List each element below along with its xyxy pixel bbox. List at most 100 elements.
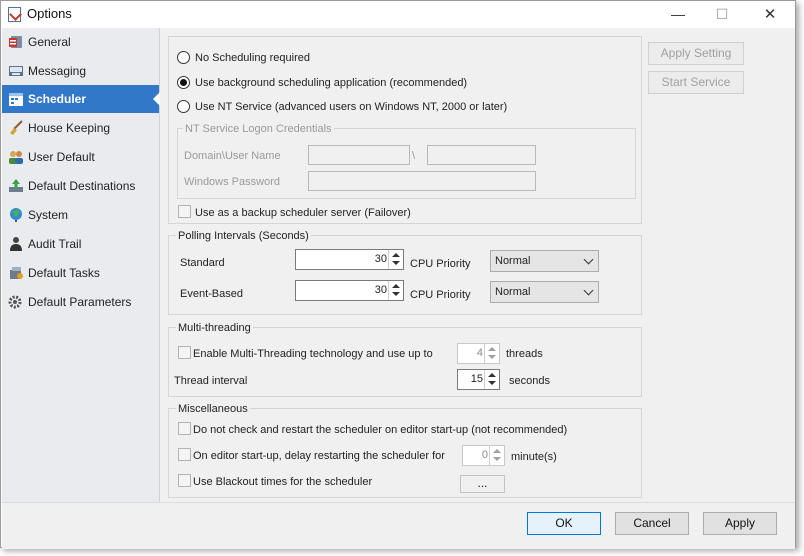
nt-service-radio[interactable] bbox=[177, 100, 190, 113]
chevron-down-icon bbox=[583, 285, 594, 296]
stepper-arrows-icon[interactable] bbox=[484, 344, 499, 363]
stepper-arrows-icon[interactable] bbox=[388, 281, 403, 300]
stepper-arrows-icon[interactable] bbox=[388, 250, 403, 269]
cpu-priority-event-value: Normal bbox=[495, 286, 531, 298]
sidebar-item-label: Default Tasks bbox=[28, 266, 100, 280]
no-check-restart-label: Do not check and restart the scheduler o… bbox=[193, 424, 568, 436]
event-based-label: Event-Based bbox=[180, 288, 243, 300]
sidebar-item-label: General bbox=[28, 35, 71, 49]
event-interval-value: 30 bbox=[374, 284, 387, 296]
tasks-icon bbox=[8, 265, 24, 281]
sidebar-item-messaging[interactable]: Messaging bbox=[2, 57, 159, 85]
delay-restart-label: On editor start-up, delay restarting the… bbox=[193, 450, 445, 462]
apply-button[interactable]: Apply bbox=[703, 512, 777, 535]
blackout-times-label: Use Blackout times for the scheduler bbox=[193, 476, 373, 488]
close-button[interactable]: ✕ bbox=[747, 1, 793, 28]
nt-credentials-title: NT Service Logon Credentials bbox=[183, 123, 334, 135]
backup-scheduler-checkbox[interactable] bbox=[178, 205, 191, 218]
cpu-priority-label: CPU Priority bbox=[410, 289, 471, 301]
polling-intervals-title: Polling Intervals (Seconds) bbox=[176, 230, 311, 242]
scheduler-icon bbox=[8, 91, 24, 107]
cpu-priority-standard-select[interactable]: Normal bbox=[490, 250, 599, 272]
user-name-field[interactable] bbox=[427, 145, 536, 165]
thread-interval-value: 15 bbox=[470, 373, 483, 385]
sidebar-item-label: Messaging bbox=[28, 64, 87, 78]
window-title: Options bbox=[27, 6, 72, 21]
sidebar-item-default-destinations[interactable]: Default Destinations bbox=[2, 172, 159, 200]
delay-minutes-stepper[interactable]: 0 bbox=[462, 445, 505, 466]
sidebar-item-audit-trail[interactable]: Audit Trail bbox=[2, 230, 159, 258]
background-scheduling-radio[interactable] bbox=[177, 76, 190, 89]
sidebar-item-label: Default Parameters bbox=[28, 295, 132, 309]
start-service-button[interactable]: Start Service bbox=[648, 71, 744, 94]
ok-button[interactable]: OK bbox=[527, 512, 601, 535]
threads-value: 4 bbox=[476, 347, 483, 359]
scheduler-panel: No Scheduling required Use background sc… bbox=[160, 28, 795, 502]
cpu-priority-event-select[interactable]: Normal bbox=[490, 281, 599, 303]
general-icon bbox=[8, 34, 24, 50]
delay-restart-checkbox[interactable] bbox=[178, 448, 191, 461]
sidebar-item-label: Audit Trail bbox=[28, 237, 82, 251]
standard-label: Standard bbox=[180, 257, 225, 269]
messaging-icon bbox=[8, 63, 24, 79]
sidebar-item-scheduler[interactable]: Scheduler bbox=[2, 85, 160, 113]
threads-stepper[interactable]: 4 bbox=[457, 343, 500, 364]
sidebar-item-default-parameters[interactable]: Default Parameters bbox=[2, 288, 159, 316]
windows-password-label: Windows Password bbox=[184, 176, 280, 188]
no-scheduling-radio[interactable] bbox=[177, 51, 190, 64]
cpu-priority-standard-value: Normal bbox=[495, 255, 531, 267]
delay-minutes-value: 0 bbox=[481, 449, 488, 461]
delay-minutes-unit: minute(s) bbox=[511, 451, 557, 463]
sidebar: General Messaging Scheduler House Keepin… bbox=[2, 28, 160, 523]
minimize-button[interactable]: — bbox=[655, 1, 701, 28]
thread-interval-unit: seconds bbox=[509, 375, 550, 387]
backup-scheduler-label: Use as a backup scheduler server (Failov… bbox=[195, 207, 411, 219]
blackout-times-ellipsis-button[interactable]: ... bbox=[460, 475, 505, 493]
cpu-priority-label: CPU Priority bbox=[410, 258, 471, 270]
sidebar-item-default-tasks[interactable]: Default Tasks bbox=[2, 259, 159, 287]
thread-interval-label: Thread interval bbox=[174, 375, 248, 387]
sidebar-item-system[interactable]: System bbox=[2, 201, 159, 229]
domain-separator: \ bbox=[412, 150, 416, 162]
sidebar-item-label: System bbox=[28, 208, 69, 222]
sidebar-item-house-keeping[interactable]: House Keeping bbox=[2, 114, 159, 142]
sidebar-item-user-default[interactable]: User Default bbox=[2, 143, 159, 171]
sidebar-item-label: House Keeping bbox=[28, 121, 111, 135]
background-scheduling-label: Use background scheduling application (r… bbox=[195, 77, 468, 89]
options-window: Options — ☐ ✕ General Messaging Schedule… bbox=[0, 0, 796, 549]
chevron-down-icon bbox=[583, 254, 594, 265]
globe-icon bbox=[8, 207, 24, 223]
sidebar-item-general[interactable]: General bbox=[2, 28, 159, 56]
multithreading-title: Multi-threading bbox=[176, 322, 253, 334]
blackout-times-checkbox[interactable] bbox=[178, 474, 191, 487]
multithreading-checkbox[interactable] bbox=[178, 346, 191, 359]
stepper-arrows-icon[interactable] bbox=[489, 446, 504, 465]
users-icon bbox=[8, 149, 24, 165]
multithreading-enable-label: Enable Multi-Threading technology and us… bbox=[193, 348, 433, 360]
app-icon bbox=[8, 7, 21, 22]
sidebar-item-label: User Default bbox=[28, 150, 95, 164]
polling-intervals-group bbox=[168, 235, 642, 315]
apply-setting-button[interactable]: Apply Setting bbox=[648, 42, 744, 65]
windows-password-field[interactable] bbox=[308, 171, 536, 191]
standard-interval-stepper[interactable]: 30 bbox=[295, 249, 404, 270]
domain-field[interactable] bbox=[308, 145, 410, 165]
thread-interval-stepper[interactable]: 15 bbox=[457, 369, 500, 390]
cancel-button[interactable]: Cancel bbox=[615, 512, 689, 535]
title-bar: Options — ☐ ✕ bbox=[1, 1, 795, 28]
audit-icon bbox=[8, 236, 24, 252]
domain-user-label: Domain\User Name bbox=[184, 150, 281, 162]
broom-icon bbox=[8, 120, 24, 136]
threads-unit: threads bbox=[506, 348, 543, 360]
destinations-icon bbox=[8, 178, 24, 194]
dialog-footer: OK Cancel Apply bbox=[2, 502, 795, 549]
no-scheduling-label: No Scheduling required bbox=[195, 52, 310, 64]
nt-service-label: Use NT Service (advanced users on Window… bbox=[195, 101, 508, 113]
event-interval-stepper[interactable]: 30 bbox=[295, 280, 404, 301]
maximize-button[interactable]: ☐ bbox=[699, 1, 745, 28]
sidebar-item-label: Default Destinations bbox=[28, 179, 136, 193]
sidebar-item-label: Scheduler bbox=[28, 92, 87, 106]
stepper-arrows-icon[interactable] bbox=[484, 370, 499, 389]
standard-interval-value: 30 bbox=[374, 253, 387, 265]
no-check-restart-checkbox[interactable] bbox=[178, 422, 191, 435]
